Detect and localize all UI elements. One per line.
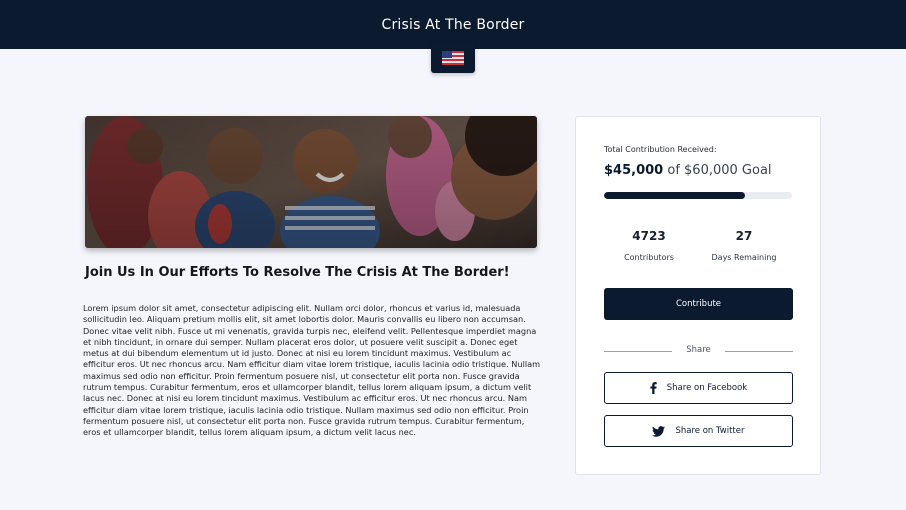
goal-text: of $60,000 Goal xyxy=(667,163,772,178)
share-twitter-label: Share on Twitter xyxy=(675,426,745,436)
contributors-count: 4723 xyxy=(632,229,666,243)
contributors-label: Contributors xyxy=(624,253,674,262)
hero-image xyxy=(85,116,537,248)
days-label: Days Remaining xyxy=(711,253,777,262)
flag-usa-icon xyxy=(431,43,475,73)
top-navbar: Crisis At The Border xyxy=(0,0,906,49)
contribute-button[interactable]: Contribute xyxy=(604,288,793,320)
twitter-icon xyxy=(652,425,666,437)
facebook-icon xyxy=(650,382,657,394)
share-facebook-button[interactable]: Share on Facebook xyxy=(604,372,793,404)
share-facebook-label: Share on Facebook xyxy=(666,383,748,393)
progress-bar xyxy=(604,192,792,199)
donation-card: Total Contribution Received: $45,000 of … xyxy=(575,116,821,475)
divider-line xyxy=(725,351,793,352)
article-headline: Join Us In Our Efforts To Resolve The Cr… xyxy=(85,265,510,280)
page-title: Crisis At The Border xyxy=(381,16,525,33)
total-contribution-label: Total Contribution Received: xyxy=(604,145,717,154)
contributors-stat: 4723 Contributors xyxy=(599,229,699,262)
contribution-amount: $45,000 of $60,000 Goal xyxy=(604,163,772,178)
article-body: Lorem ipsum dolor sit amet, consectetur … xyxy=(83,303,541,438)
days-remaining-stat: 27 Days Remaining xyxy=(694,229,794,262)
days-count: 27 xyxy=(735,229,753,243)
share-divider: Share xyxy=(604,344,793,358)
raised-amount: $45,000 xyxy=(604,163,664,178)
share-twitter-button[interactable]: Share on Twitter xyxy=(604,415,793,447)
share-label: Share xyxy=(686,345,711,355)
progress-fill xyxy=(604,192,745,199)
